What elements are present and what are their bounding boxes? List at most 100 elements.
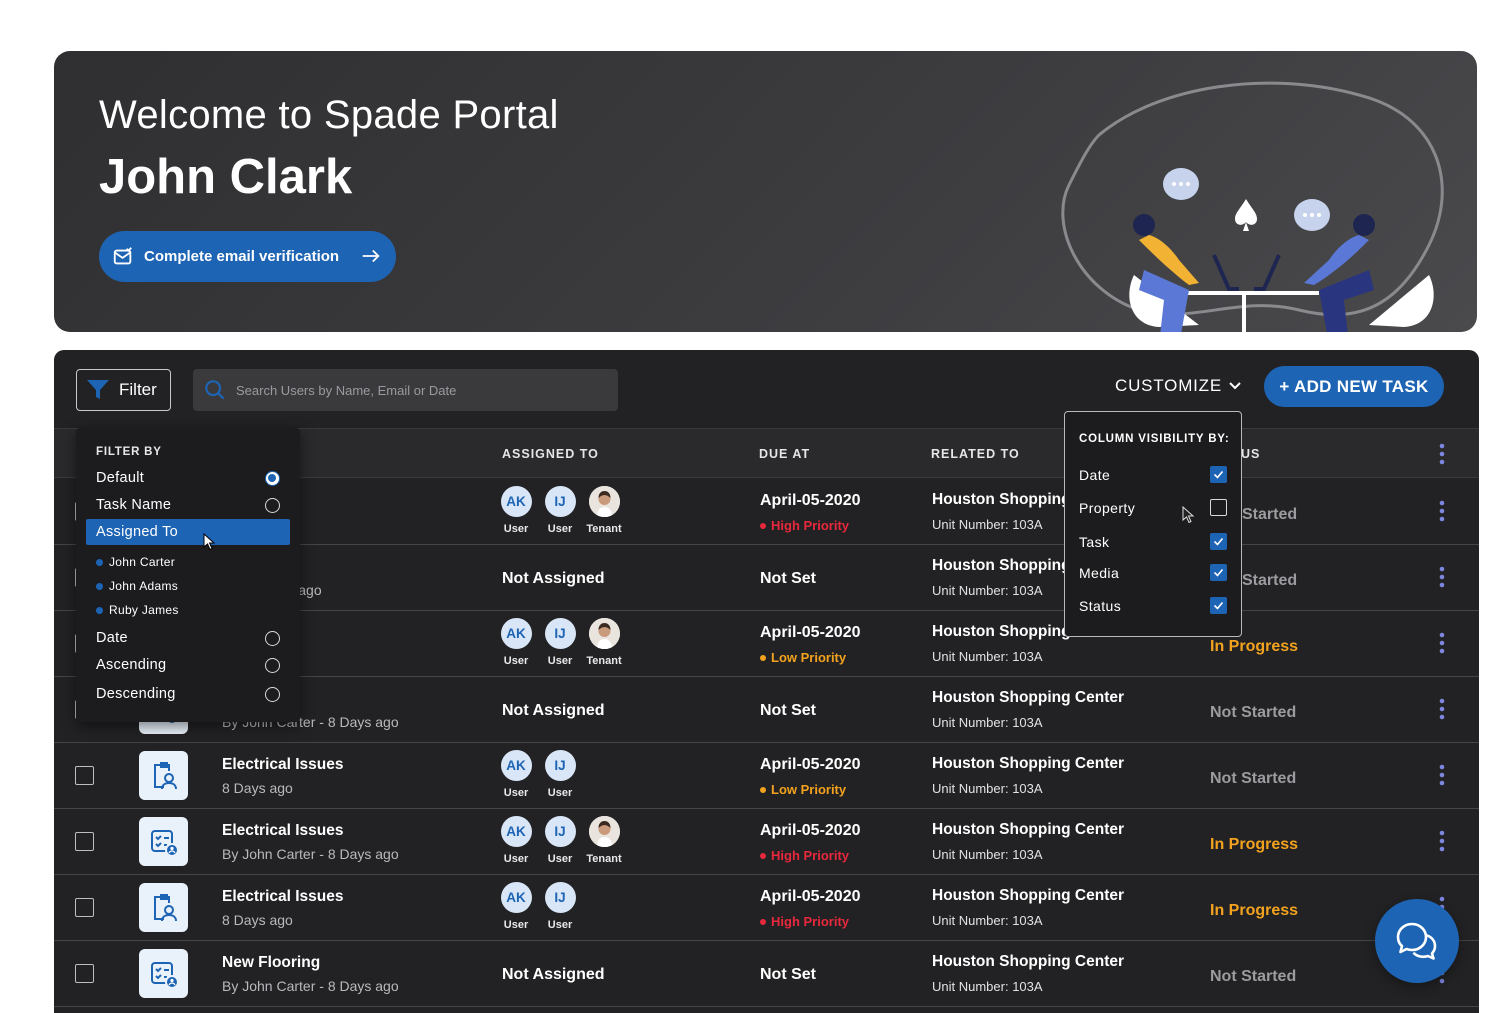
assignee[interactable]: AK User	[500, 750, 532, 799]
assignee[interactable]: IJ User	[544, 486, 576, 535]
task-name[interactable]: Electrical Issues	[222, 888, 344, 906]
row-checkbox[interactable]	[75, 832, 94, 851]
filter-assignee-john-adams[interactable]: John Adams	[96, 579, 178, 593]
search-icon	[205, 380, 225, 400]
more-vertical-icon[interactable]	[1432, 632, 1452, 654]
column-option-status[interactable]: Status	[1079, 597, 1229, 614]
checkbox-checked[interactable]	[1210, 597, 1227, 614]
assignee[interactable]: AK User	[500, 486, 532, 535]
tenant-avatar[interactable]	[588, 618, 620, 649]
row-actions-button[interactable]	[1432, 566, 1452, 593]
check-icon	[1213, 537, 1224, 546]
task-name[interactable]: Electrical Issues	[222, 822, 344, 840]
related-property[interactable]: Houston Shopping Center	[932, 821, 1124, 839]
column-option-media[interactable]: Media	[1079, 564, 1229, 581]
more-vertical-icon[interactable]	[1432, 500, 1452, 522]
user-avatar[interactable]: IJ	[544, 750, 576, 781]
status-label: In Progress	[1210, 638, 1299, 655]
row-actions-button[interactable]	[1432, 830, 1452, 857]
checkbox-checked[interactable]	[1210, 564, 1227, 581]
related-property[interactable]: Houston Shopping	[932, 491, 1071, 509]
mail-check-icon	[113, 246, 132, 264]
user-avatar[interactable]: IJ	[544, 486, 576, 517]
radio[interactable]	[265, 687, 280, 702]
filter-button[interactable]: Filter	[76, 369, 171, 411]
user-avatar[interactable]: AK	[500, 882, 532, 913]
more-vertical-icon[interactable]	[1432, 764, 1452, 786]
assignee[interactable]: IJ User	[544, 750, 576, 799]
assignee[interactable]: AK User	[500, 816, 532, 865]
row-actions-button[interactable]	[1432, 632, 1452, 659]
filter-option-descending[interactable]: Descending	[86, 681, 290, 707]
filter-option-date[interactable]: Date	[86, 625, 290, 651]
row-actions-button[interactable]	[1432, 764, 1452, 791]
assignee[interactable]: Tenant	[586, 618, 622, 667]
due-date: Not Set	[760, 570, 816, 587]
row-actions-button[interactable]	[1432, 500, 1452, 527]
related-property[interactable]: Houston Shopping	[932, 557, 1071, 575]
task-name[interactable]: New Flooring	[222, 954, 320, 972]
checkbox-checked[interactable]	[1210, 466, 1227, 483]
row-checkbox[interactable]	[75, 898, 94, 917]
filter-option-ascending[interactable]: Ascending	[86, 652, 290, 678]
user-avatar[interactable]: IJ	[544, 882, 576, 913]
related-property[interactable]: Houston Shopping Center	[932, 689, 1124, 707]
user-avatar[interactable]: IJ	[544, 618, 576, 649]
task-meta: By John Carter - 8 Days ago	[222, 978, 399, 994]
related-property[interactable]: Houston Shopping Center	[932, 755, 1124, 773]
table-row[interactable]: Electrical Issues 8 Days ago AK User IJ User A…	[54, 743, 1479, 809]
column-option-property[interactable]: Property	[1079, 499, 1229, 524]
complete-email-verification-button[interactable]: Complete email verification	[99, 231, 396, 282]
assignee-role: User	[503, 655, 529, 667]
more-vertical-icon[interactable]	[1432, 698, 1452, 720]
more-vertical-icon[interactable]	[1432, 443, 1452, 465]
column-option-date[interactable]: Date	[1079, 466, 1229, 483]
radio-selected[interactable]	[265, 471, 280, 486]
checkbox-checked[interactable]	[1210, 533, 1227, 550]
filter-assignee-john-carter[interactable]: John Carter	[96, 555, 175, 569]
user-avatar[interactable]: AK	[500, 750, 532, 781]
radio[interactable]	[265, 631, 280, 646]
table-row[interactable]: Electrical Issues By John Carter - 8 Days…	[54, 809, 1479, 875]
table-row[interactable]: New Flooring By John Carter - 8 Days ago N…	[54, 941, 1479, 1007]
chat-button[interactable]	[1375, 899, 1459, 983]
filter-option-assigned-to[interactable]: Assigned To	[86, 519, 290, 551]
task-name[interactable]: Electrical Issues	[222, 756, 344, 774]
assignee[interactable]: AK User	[500, 618, 532, 667]
priority-badge: High Priority	[760, 914, 849, 929]
more-vertical-icon[interactable]	[1432, 830, 1452, 852]
assignee[interactable]: IJ User	[544, 882, 576, 931]
filter-assignee-ruby-james[interactable]: Ruby James	[96, 603, 179, 617]
related-property[interactable]: Houston Shopping	[932, 623, 1071, 641]
add-new-task-button[interactable]: + ADD NEW TASK	[1264, 366, 1444, 407]
assignee[interactable]: IJ User	[544, 618, 576, 667]
assignee[interactable]: IJ User	[544, 816, 576, 865]
user-avatar[interactable]: AK	[500, 486, 532, 517]
user-avatar[interactable]: AK	[500, 618, 532, 649]
row-checkbox[interactable]	[75, 964, 94, 983]
table-row[interactable]: Electrical Issues 8 Days ago AK User IJ User A…	[54, 875, 1479, 941]
assignee[interactable]: AK User	[500, 882, 532, 931]
header-assigned-to: ASSIGNED TO	[502, 447, 599, 461]
search-input[interactable]	[236, 382, 596, 398]
customize-button[interactable]: CUSTOMIZE	[1115, 376, 1242, 396]
tenant-avatar[interactable]	[588, 816, 620, 847]
assignee[interactable]: Tenant	[586, 816, 622, 865]
checkbox-unchecked[interactable]	[1210, 499, 1227, 516]
related-property[interactable]: Houston Shopping Center	[932, 953, 1124, 971]
radio[interactable]	[265, 658, 280, 673]
tenant-avatar[interactable]	[588, 486, 620, 517]
column-option-task[interactable]: Task	[1079, 533, 1229, 550]
related-property[interactable]: Houston Shopping Center	[932, 887, 1124, 905]
more-vertical-icon[interactable]	[1432, 566, 1452, 588]
row-checkbox[interactable]	[75, 766, 94, 785]
user-avatar[interactable]: IJ	[544, 816, 576, 847]
row-actions-button[interactable]	[1432, 698, 1452, 725]
filter-option-default[interactable]: Default	[86, 465, 290, 491]
user-avatar[interactable]: AK	[500, 816, 532, 847]
radio[interactable]	[265, 498, 280, 513]
search-bar[interactable]	[193, 369, 618, 411]
assignee[interactable]: Tenant	[586, 486, 622, 535]
filter-option-task-name[interactable]: Task Name	[86, 492, 290, 518]
assignee-role: User	[503, 523, 529, 535]
